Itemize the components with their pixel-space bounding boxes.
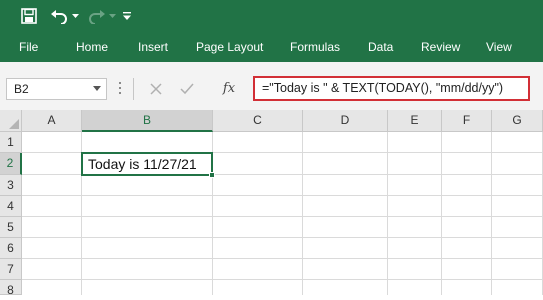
- tab-view[interactable]: View: [486, 32, 512, 62]
- insert-function-button[interactable]: fx: [217, 78, 241, 100]
- row-header-7[interactable]: 7: [0, 259, 22, 280]
- row-header-6[interactable]: 6: [0, 238, 22, 259]
- save-icon[interactable]: [18, 0, 40, 32]
- redo-dropdown-icon[interactable]: [107, 0, 117, 32]
- row-header-8[interactable]: 8: [0, 280, 22, 297]
- cancel-icon[interactable]: [142, 78, 170, 100]
- enter-icon[interactable]: [173, 78, 201, 100]
- active-cell-b2[interactable]: Today is 11/27/21: [81, 152, 213, 176]
- splitter-handle[interactable]: [118, 82, 122, 96]
- name-box[interactable]: B2: [6, 78, 107, 100]
- column-header-c[interactable]: C: [213, 110, 303, 132]
- row-header-1[interactable]: 1: [0, 132, 22, 153]
- tab-file[interactable]: File: [19, 32, 38, 62]
- gridline: [22, 237, 543, 238]
- column-header-d[interactable]: D: [303, 110, 388, 132]
- gridline: [302, 132, 303, 295]
- tab-review[interactable]: Review: [421, 32, 460, 62]
- column-header-e[interactable]: E: [388, 110, 442, 132]
- row-header-5[interactable]: 5: [0, 217, 22, 238]
- redo-icon[interactable]: [86, 0, 108, 32]
- undo-dropdown-icon[interactable]: [70, 0, 80, 32]
- gridline: [22, 216, 543, 217]
- gridline: [387, 132, 388, 295]
- formula-input[interactable]: ="Today is " & TEXT(TODAY(), "mm/dd/yy"): [253, 76, 530, 101]
- tab-insert[interactable]: Insert: [138, 32, 168, 62]
- fill-handle[interactable]: [209, 172, 215, 178]
- column-header-f[interactable]: F: [442, 110, 492, 132]
- gridline: [441, 132, 442, 295]
- tab-page-layout[interactable]: Page Layout: [196, 32, 263, 62]
- customize-qat-icon[interactable]: [121, 0, 133, 32]
- gridline: [22, 279, 543, 280]
- column-header-a[interactable]: A: [22, 110, 82, 132]
- column-header-g[interactable]: G: [492, 110, 543, 132]
- gridline: [491, 132, 492, 295]
- gridline: [22, 195, 543, 196]
- tab-home[interactable]: Home: [76, 32, 108, 62]
- tab-data[interactable]: Data: [368, 32, 393, 62]
- row-header-4[interactable]: 4: [0, 196, 22, 217]
- column-header-b[interactable]: B: [82, 110, 213, 132]
- row-header-2[interactable]: 2: [0, 153, 22, 175]
- title-bar: [0, 0, 543, 32]
- undo-icon[interactable]: [48, 0, 70, 32]
- row-header-3[interactable]: 3: [0, 175, 22, 196]
- tab-formulas[interactable]: Formulas: [290, 32, 340, 62]
- formula-bar-divider: [133, 78, 134, 100]
- name-box-dropdown-icon[interactable]: [93, 86, 101, 91]
- gridline: [22, 258, 543, 259]
- select-all-triangle-icon: [9, 119, 19, 129]
